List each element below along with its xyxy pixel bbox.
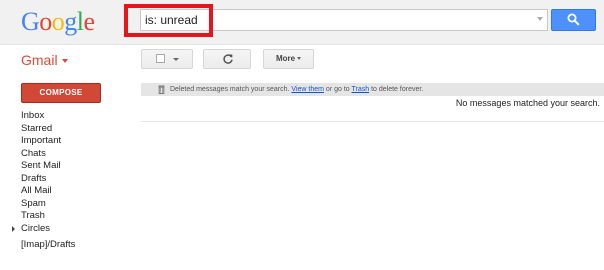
gmail-app-menu[interactable]: Gmail — [21, 52, 68, 68]
more-button[interactable]: More — [263, 49, 314, 69]
logo-letter-l: l — [76, 7, 84, 36]
search-button[interactable] — [551, 9, 596, 31]
sidebar-item-all-mail[interactable]: All Mail — [21, 185, 75, 198]
select-all-button[interactable] — [141, 49, 193, 69]
sidebar-item-chats[interactable]: Chats — [21, 148, 75, 161]
deleted-notice-bar: Deleted messages match your search. View… — [141, 83, 604, 96]
logo-letter-o1: o — [39, 7, 52, 36]
logo-letter-e: e — [83, 7, 96, 36]
sidebar-item-spam[interactable]: Spam — [21, 198, 75, 211]
logo-letter-g: G — [21, 7, 40, 36]
notice-prefix: Deleted messages match your search. — [170, 86, 290, 93]
checkbox-icon[interactable] — [156, 54, 165, 63]
chevron-down-icon — [297, 57, 302, 61]
sidebar-item-trash[interactable]: Trash — [21, 210, 75, 223]
sidebar-item-imap-drafts[interactable]: [Imap]/Drafts — [21, 239, 75, 252]
more-label: More — [275, 54, 296, 63]
view-them-link[interactable]: View them — [291, 86, 324, 93]
notice-suffix: to delete forever. — [371, 86, 424, 93]
sidebar-item-circles-label: Circles — [21, 222, 51, 234]
sidebar-item-inbox[interactable]: Inbox — [21, 110, 75, 123]
search-options-dropdown-icon[interactable] — [537, 17, 543, 21]
trash-link[interactable]: Trash — [352, 86, 370, 93]
google-logo[interactable]: Google — [21, 8, 95, 36]
chevron-down-icon[interactable] — [173, 58, 179, 61]
content-divider — [141, 121, 604, 122]
sidebar-item-sent-mail[interactable]: Sent Mail — [21, 160, 75, 173]
sidebar-item-drafts[interactable]: Drafts — [21, 173, 75, 186]
sidebar-nav: Inbox Starred Important Chats Sent Mail … — [12, 110, 75, 252]
chevron-down-icon — [61, 59, 68, 64]
logo-letter-o2: o — [51, 7, 65, 36]
top-header: Google — [0, 0, 604, 45]
sidebar-item-important[interactable]: Important — [21, 135, 75, 148]
deleted-notice-text: Deleted messages match your search. View… — [170, 83, 423, 96]
expand-arrow-icon[interactable] — [12, 225, 15, 232]
sidebar-item-starred[interactable]: Starred — [21, 123, 75, 136]
trash-icon — [158, 85, 165, 94]
search-icon — [567, 13, 580, 26]
logo-letter-g2: g — [64, 7, 77, 36]
gmail-label: Gmail — [21, 52, 58, 68]
compose-button[interactable]: COMPOSE — [21, 83, 101, 103]
notice-middle: or go to — [325, 86, 350, 93]
refresh-icon — [223, 54, 233, 64]
search-highlight-annotation — [124, 4, 213, 37]
refresh-button[interactable] — [203, 49, 251, 69]
sidebar-item-circles[interactable]: Circles — [12, 222, 75, 236]
empty-results-message: No messages matched your search. — [455, 98, 600, 108]
